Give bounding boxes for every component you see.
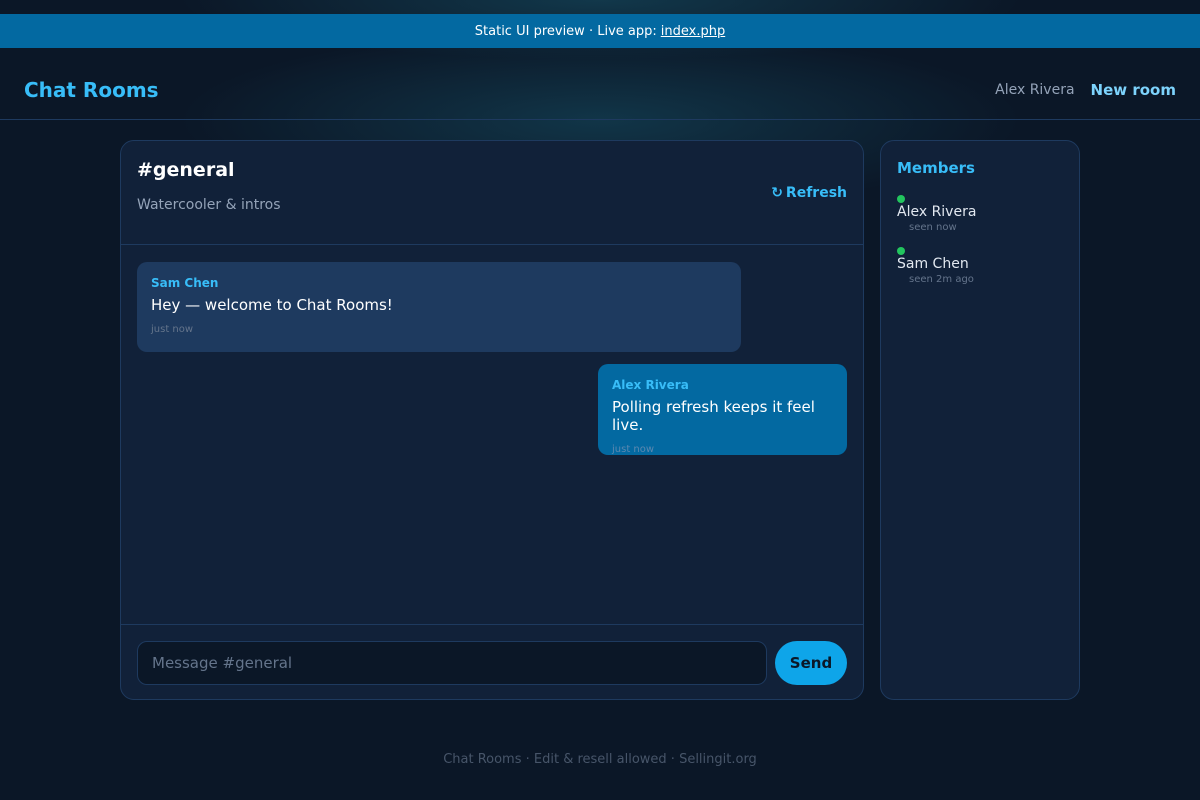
member-item[interactable]: Alex Rivera seen now <box>897 195 1067 233</box>
refresh-button[interactable]: ↻ Refresh <box>771 185 847 201</box>
live-app-link[interactable]: index.php <box>661 24 725 39</box>
refresh-label: Refresh <box>785 185 847 201</box>
message-list[interactable]: Sam Chen Hey — welcome to Chat Rooms! ju… <box>121 246 863 624</box>
online-status-icon <box>897 195 905 203</box>
send-button[interactable]: Send <box>775 641 847 685</box>
message-composer: Send <box>121 624 863 699</box>
banner-text: Static UI preview · Live app: <box>474 23 657 39</box>
message-text: Polling refresh keeps it feel live. <box>612 398 815 434</box>
new-room-button[interactable]: New room <box>1091 81 1176 99</box>
room-header: #general Watercooler & intros ↻ Refresh <box>121 141 863 245</box>
message-text: Hey — welcome to Chat Rooms! <box>151 296 393 314</box>
message-time: just now <box>151 324 194 335</box>
preview-banner: Static UI preview · Live app: index.php <box>0 14 1200 48</box>
top-navigation: Chat Rooms Alex Rivera New room <box>0 61 1200 120</box>
room-title: #general <box>137 159 235 181</box>
members-title: Members <box>897 159 975 177</box>
member-seen: seen now <box>909 222 957 233</box>
member-seen: seen 2m ago <box>909 274 974 285</box>
current-user-name: Alex Rivera <box>995 82 1075 98</box>
member-item[interactable]: Sam Chen seen 2m ago <box>897 247 1067 285</box>
app-brand[interactable]: Chat Rooms <box>24 78 159 102</box>
message-bubble-outgoing: Alex Rivera Polling refresh keeps it fee… <box>598 364 847 455</box>
room-description: Watercooler & intros <box>137 197 281 213</box>
refresh-icon: ↻ <box>771 185 783 201</box>
topbar-actions: Alex Rivera New room <box>995 81 1176 99</box>
member-name: Alex Rivera <box>897 204 977 220</box>
member-name: Sam Chen <box>897 256 969 272</box>
online-status-icon <box>897 247 905 255</box>
members-panel: Members Alex Rivera seen now Sam Chen se… <box>880 140 1080 700</box>
message-bubble-incoming: Sam Chen Hey — welcome to Chat Rooms! ju… <box>137 262 741 352</box>
message-author: Alex Rivera <box>612 378 689 392</box>
message-input[interactable] <box>137 641 767 685</box>
page-footer: Chat Rooms · Edit & resell allowed · Sel… <box>443 752 757 767</box>
message-time: just now <box>612 444 655 455</box>
message-author: Sam Chen <box>151 276 219 290</box>
chat-panel: #general Watercooler & intros ↻ Refresh … <box>120 140 864 700</box>
